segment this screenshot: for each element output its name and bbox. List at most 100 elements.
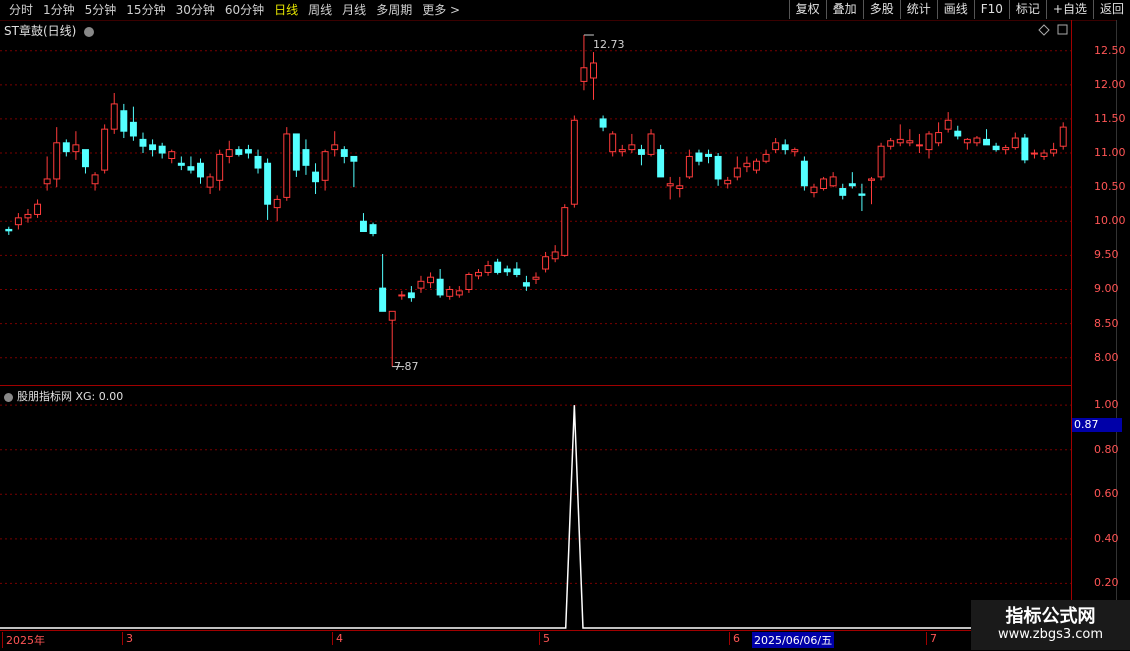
- candle-body: [1050, 149, 1058, 154]
- candle-body: [896, 138, 904, 144]
- candle-body: [618, 149, 626, 153]
- candle-body: [676, 185, 684, 190]
- candle-body: [216, 153, 224, 181]
- candle-body: [503, 268, 511, 273]
- date-tick-5: 7: [926, 632, 937, 645]
- candle-body: [513, 268, 521, 275]
- candle-body: [264, 162, 272, 205]
- candle-body: [800, 160, 808, 187]
- candle-body: [695, 152, 703, 162]
- maximize-icon: [1057, 24, 1068, 35]
- candle-body: [407, 292, 415, 299]
- price-axis: 12.50 12.00 11.50 11.00 10.50 10.00 9.50 9.00 8.…: [1072, 20, 1126, 385]
- chevron-down-icon[interactable]: [84, 26, 95, 37]
- candle-body: [954, 130, 962, 137]
- date-tick-4: 6: [729, 632, 740, 645]
- low-price-marker: 7.87: [394, 360, 419, 373]
- candle-body: [72, 144, 80, 153]
- candle-body: [177, 162, 185, 166]
- diamond-icon: [1038, 24, 1050, 36]
- candle-body: [244, 149, 252, 154]
- candle-body: [724, 179, 732, 185]
- candle-body: [101, 128, 109, 171]
- candle-body: [935, 132, 943, 144]
- candle-body: [810, 186, 818, 194]
- candle-body: [369, 224, 377, 235]
- watermark-title: 指标公式网: [1005, 606, 1096, 627]
- low-price-label: 7.87: [394, 360, 419, 373]
- candle-body: [839, 188, 847, 196]
- candle-body: [398, 294, 406, 297]
- candle-body: [532, 276, 540, 280]
- candle-body: [14, 217, 22, 226]
- candle-body: [24, 213, 32, 219]
- candle-body: [868, 178, 875, 181]
- candle-body: [292, 133, 300, 171]
- candle-body: [1030, 152, 1038, 155]
- indicator-xg-line: [0, 405, 1071, 629]
- candle-body: [925, 133, 933, 151]
- candle-body: [666, 183, 674, 187]
- candle-body: [983, 138, 990, 146]
- candle-body: [455, 290, 463, 296]
- candle-body: [129, 121, 137, 137]
- candle-body: [877, 145, 885, 178]
- indicator-tick-3: 0.40: [1094, 531, 1119, 545]
- candle-body: [158, 145, 166, 154]
- candle-body: [465, 273, 473, 290]
- candle-body: [43, 178, 51, 185]
- candle-body: [1021, 137, 1029, 161]
- chart-canvas[interactable]: [0, 0, 1130, 650]
- candle-body: [91, 174, 99, 185]
- candle-body: [321, 151, 329, 181]
- candle-body: [350, 155, 358, 162]
- candle-body: [417, 280, 425, 289]
- date-tick-3: 5: [539, 632, 550, 645]
- candle-body: [752, 160, 760, 171]
- candle-body: [331, 144, 339, 151]
- candle-body: [829, 176, 837, 187]
- indicator-tick-2: 0.60: [1094, 487, 1119, 501]
- candle-body: [139, 138, 147, 147]
- candle-body: [570, 119, 578, 205]
- price-tick-5: 10.00: [1094, 214, 1126, 228]
- date-axis: 2025/06/06/五 2025年 3 4 5 6 7: [0, 630, 1130, 651]
- candle-body: [791, 149, 799, 153]
- candle-body: [427, 276, 435, 284]
- candle-body: [944, 119, 952, 130]
- candle-body: [235, 149, 243, 155]
- candle-body: [312, 171, 320, 183]
- candle-body: [561, 207, 569, 256]
- candle-body: [62, 142, 70, 153]
- main-chart-title: ST章鼓(日线): [4, 22, 95, 39]
- candle-body: [580, 67, 588, 82]
- candle-body: [379, 287, 387, 312]
- indicator-tick-1: 0.80: [1094, 442, 1119, 456]
- candle-body: [197, 162, 204, 178]
- candle-body: [637, 149, 645, 155]
- indicator-tick-4: 0.20: [1094, 576, 1119, 590]
- candle-body: [963, 138, 971, 144]
- candle-body: [973, 137, 981, 144]
- candle-body: [446, 288, 454, 297]
- price-tick-3: 11.00: [1094, 146, 1126, 160]
- candle-body: [590, 62, 597, 79]
- candle-body: [551, 251, 559, 260]
- candle-body: [657, 149, 665, 178]
- candle-body: [781, 144, 789, 151]
- price-tick-8: 8.50: [1094, 316, 1119, 330]
- price-tick-1: 12.00: [1094, 77, 1126, 91]
- candle-body: [1059, 126, 1067, 147]
- chevron-down-icon[interactable]: [4, 392, 13, 402]
- candle-body: [225, 149, 233, 157]
- candle-body: [599, 118, 607, 128]
- candle-body: [436, 278, 444, 296]
- price-tick-9: 8.00: [1094, 350, 1119, 364]
- price-tick-2: 11.50: [1094, 111, 1126, 125]
- stock-name-title: ST章鼓(日线): [4, 24, 77, 38]
- candle-body: [1002, 147, 1010, 151]
- candle-body: [359, 220, 367, 232]
- candle-body: [772, 142, 780, 151]
- date-tick-0: 2025年: [2, 632, 45, 648]
- candle-body: [340, 149, 348, 157]
